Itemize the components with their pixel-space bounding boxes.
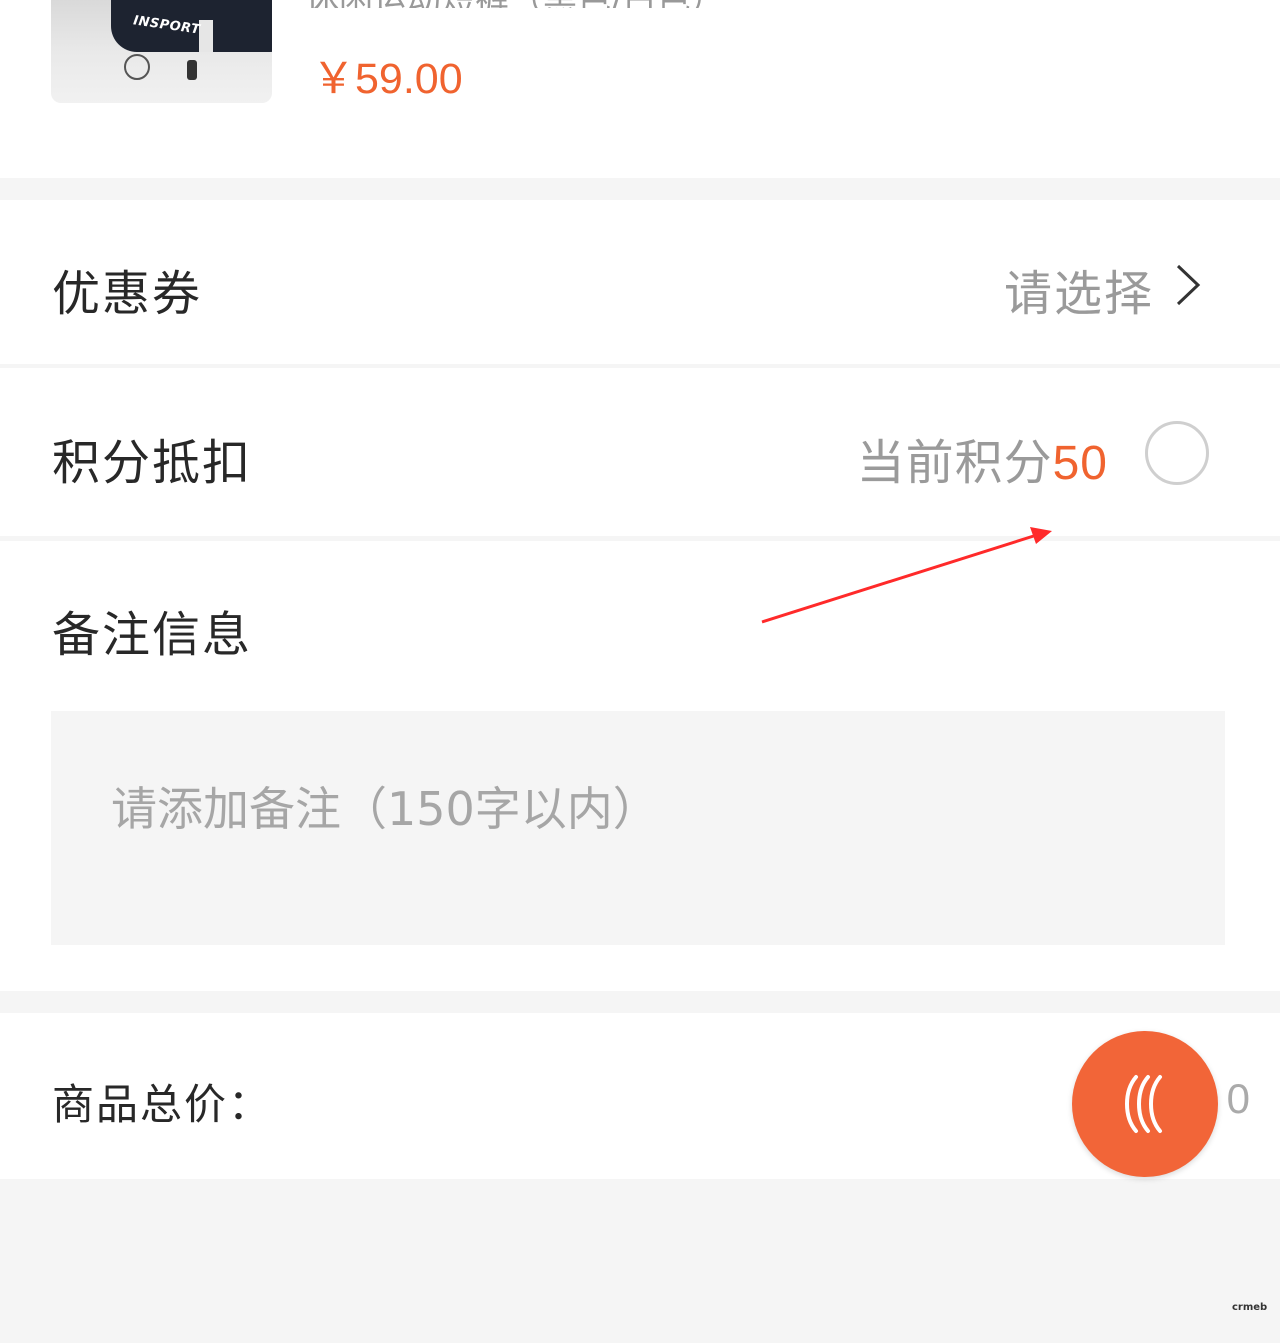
watermark-logo: crmeb: [1232, 1302, 1268, 1313]
annotation-arrow: [761, 527, 1052, 624]
